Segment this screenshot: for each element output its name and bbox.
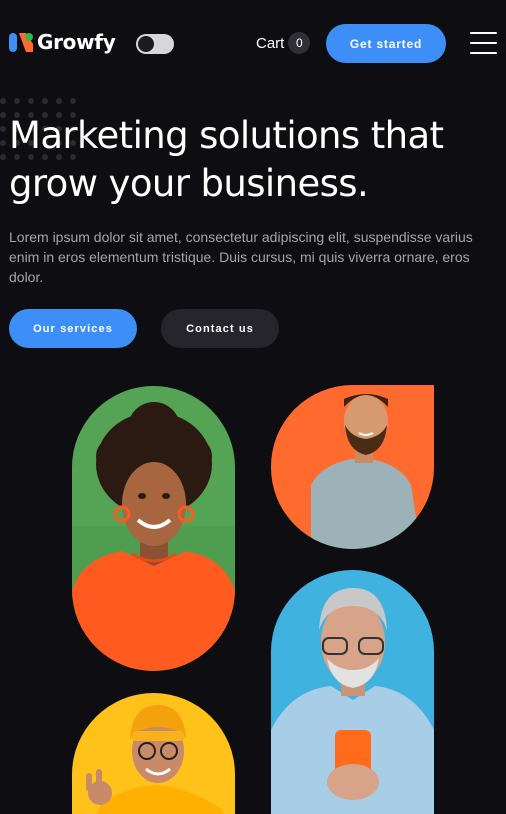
hero-description: Lorem ipsum dolor sit amet, consectetur …	[9, 229, 473, 285]
decorative-dot	[56, 98, 62, 104]
get-started-button[interactable]: Get started	[326, 24, 446, 63]
decorative-dot	[0, 140, 6, 146]
photo-man-yellow-beanie	[72, 693, 235, 814]
cart-label: Cart	[256, 34, 285, 52]
decorative-dot	[0, 126, 6, 132]
photo-woman-orange-sweater	[72, 386, 235, 671]
contact-us-button[interactable]: Contact us	[161, 309, 279, 348]
decorative-dot	[14, 98, 20, 104]
decorative-dot	[70, 98, 76, 104]
photo-bearded-man-tshirt	[271, 385, 434, 549]
decorative-dot	[0, 112, 6, 118]
decorative-dot	[28, 98, 34, 104]
brand-logo[interactable]: Growfy	[9, 30, 116, 54]
our-services-button[interactable]: Our services	[9, 309, 137, 348]
cart-count-badge: 0	[288, 32, 311, 54]
decorative-dot	[42, 98, 48, 104]
hero-headline: Marketing solutions that grow your busin…	[9, 114, 444, 205]
photo-older-man-phone	[271, 570, 434, 814]
cart-button[interactable]: Cart 0	[256, 32, 311, 54]
site-header: Growfy Cart 0 Get started	[0, 0, 506, 86]
hamburger-menu-icon[interactable]	[470, 32, 497, 54]
brand-name: Growfy	[37, 30, 116, 54]
logo-icon	[9, 30, 33, 54]
toggle-knob	[138, 36, 154, 52]
decorative-dot	[0, 154, 6, 160]
decorative-dot	[0, 98, 6, 104]
theme-toggle[interactable]	[136, 34, 174, 54]
